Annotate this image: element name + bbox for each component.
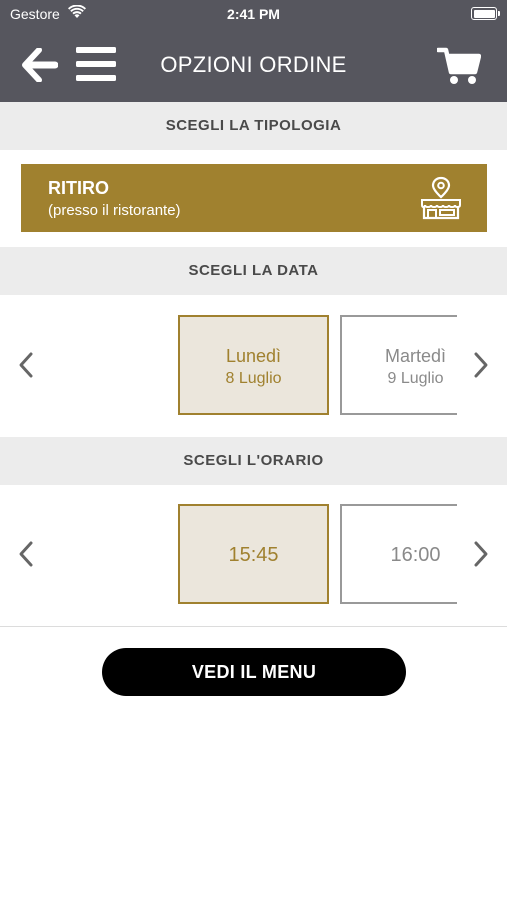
date-carousel: Lunedì 8 Luglio Martedì 9 Luglio [0,315,507,416]
time-label: 15:45 [228,544,279,566]
time-track: 15:45 16:00 [178,504,457,605]
status-bar: Gestore 2:41 PM [0,0,507,28]
date-track: Lunedì 8 Luglio Martedì 9 Luglio [178,315,457,416]
chevron-right-icon[interactable] [471,540,491,568]
chevron-right-icon[interactable] [471,351,491,379]
time-card[interactable]: 16:00 [340,504,457,604]
date-card[interactable]: Martedì 9 Luglio [340,315,457,415]
date-date-label: 8 Luglio [225,370,282,387]
type-section-header: SCEGLI LA TIPOLOGIA [0,102,507,150]
battery-icon [471,7,500,20]
pickup-option-subtitle: (presso il ristorante) [48,202,181,219]
chevron-left-icon[interactable] [16,351,36,379]
chevron-left-icon[interactable] [16,540,36,568]
date-section-header: SCEGLI LA DATA [0,247,507,295]
pickup-option-title: RITIRO [48,178,109,198]
date-day-label: Lunedì [225,346,282,366]
date-date-label: 9 Luglio [387,370,444,387]
time-carousel: 15:45 16:00 [0,504,507,605]
view-menu-button[interactable]: VEDI IL MENU [102,648,406,696]
time-card[interactable]: 15:45 [178,504,329,604]
time-section-header: SCEGLI L'ORARIO [0,437,507,485]
navigation-bar: OPZIONI ORDINE [0,28,507,102]
divider [0,626,507,627]
time-label: 16:00 [390,544,441,566]
page-title: OPZIONI ORDINE [160,52,347,77]
date-day-label: Martedì [384,346,447,366]
clock: 2:41 PM [227,6,280,22]
shopping-cart-icon[interactable] [435,46,482,86]
pickup-option-card[interactable]: RITIRO (presso il ristorante) [21,164,487,232]
store-location-icon [419,176,463,220]
date-card[interactable]: Lunedì 8 Luglio [178,315,329,415]
